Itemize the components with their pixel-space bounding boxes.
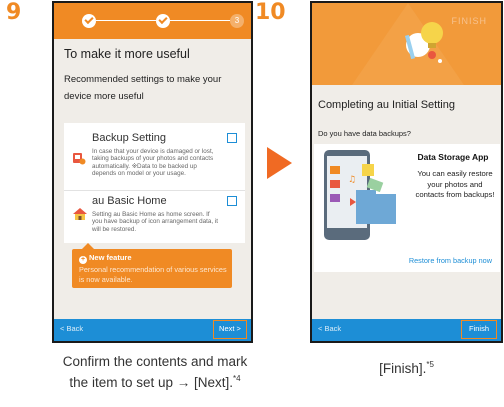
next-button[interactable]: Next > [213,320,247,339]
step-number-10: 10 [255,0,286,25]
footnote-ref: *5 [426,360,434,369]
option-description: Setting au Basic Home as home screen. If… [92,211,219,233]
home-icon [73,208,87,220]
au-basic-home-checkbox[interactable] [227,196,237,206]
bottom-nav-bar: < Back Finish [312,319,501,341]
caption-line-2: the item to set up → [Next].*4 [55,372,255,393]
new-feature-text: Personal recommendation of various servi… [79,265,227,284]
plus-icon: + [79,256,87,264]
backup-setting-checkbox[interactable] [227,133,237,143]
back-button[interactable]: < Back [60,324,83,333]
finish-banner: FINISH [312,3,501,85]
stepper-line [170,20,230,21]
data-storage-description: You can easily restore your photos and c… [415,169,495,199]
restore-from-backup-link[interactable]: Restore from backup now [409,256,492,265]
new-feature-title: New feature [89,253,132,262]
settings-card: Backup Setting In case that your device … [64,123,245,243]
back-button[interactable]: < Back [318,324,341,333]
arrow-right-icon [267,147,292,179]
step-10-caption: [Finish].*5 [310,358,503,379]
phone-screen-step-9: 3 To make it more useful Recommended set… [52,1,253,343]
backup-question: Do you have data backups? [318,129,411,138]
caption-text: [Finish]. [379,361,427,376]
stepper-line [96,20,156,21]
step-1-check-icon [82,14,96,28]
caption-line-1: Confirm the contents and mark [62,354,248,369]
step-3-indicator: 3 [230,14,244,28]
data-storage-illustration-icon: ♫ [324,150,396,240]
page-title: To make it more useful [64,47,190,61]
step-2-check-icon [156,14,170,28]
page-subtitle: Recommended settings to make your device… [64,74,222,102]
option-au-basic-home[interactable]: au Basic Home Setting au Basic Home as h… [64,191,245,243]
new-feature-label: + New feature [79,253,132,264]
step-number-9: 9 [6,0,22,25]
option-description: In case that your device is damaged or l… [92,148,214,178]
progress-stepper: 3 [54,3,251,39]
finish-button[interactable]: Finish [461,320,497,339]
svg-text:♫: ♫ [348,175,356,185]
backup-icon [73,153,86,165]
step-9-caption: Confirm the contents and mark the item t… [55,351,255,393]
phone-screen-step-10: FINISH Completing au Initial Setting Do … [310,1,503,343]
footnote-ref: *4 [233,374,241,383]
caption-line-2-text: the item to set up → [Next]. [69,375,233,390]
page-title: Completing au Initial Setting [318,99,455,111]
data-storage-card: ♫ Data Storage App You can easily restor… [314,144,500,272]
option-title: Backup Setting [92,132,166,144]
option-title: au Basic Home [92,195,167,207]
option-backup-setting[interactable]: Backup Setting In case that your device … [64,123,245,190]
data-storage-title: Data Storage App [417,152,489,162]
lightbulb-illustration-icon [352,3,464,85]
new-feature-balloon: + New feature Personal recommendation of … [72,243,232,288]
bottom-nav-bar: < Back Next > [54,319,251,341]
